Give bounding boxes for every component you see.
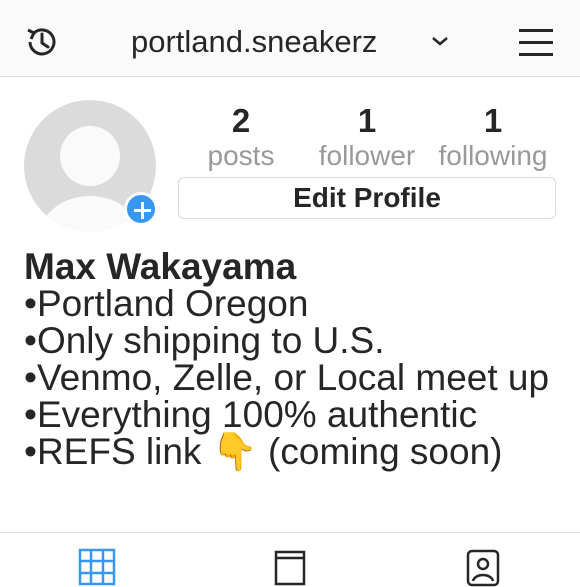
following-label: following bbox=[438, 140, 548, 171]
profile-username[interactable]: portland.sneakerz bbox=[131, 24, 377, 60]
following-count: 1 bbox=[483, 102, 503, 139]
hamburger-menu-icon[interactable] bbox=[519, 27, 553, 57]
followers-count: 1 bbox=[357, 102, 377, 139]
followers-stat[interactable]: 1 follower bbox=[302, 103, 432, 173]
tagged-icon[interactable] bbox=[463, 547, 503, 587]
bio-line: •Everything 100% authentic bbox=[24, 394, 478, 435]
following-stat[interactable]: 1 following bbox=[428, 103, 558, 173]
feed-icon[interactable] bbox=[270, 547, 310, 587]
posts-label: posts bbox=[207, 140, 275, 171]
posts-stat[interactable]: 2 posts bbox=[176, 103, 306, 173]
bio-line: •Only shipping to U.S. bbox=[24, 320, 385, 361]
grid-icon[interactable] bbox=[77, 547, 117, 587]
add-story-button[interactable] bbox=[124, 192, 158, 226]
chevron-down-icon[interactable] bbox=[430, 34, 450, 48]
display-name: Max Wakayama bbox=[24, 246, 297, 287]
profile-bio: Max Wakayama •Portland Oregon •Only ship… bbox=[24, 248, 564, 470]
bio-line: •REFS link 👇 (coming soon) bbox=[24, 431, 503, 472]
edit-profile-button[interactable]: Edit Profile bbox=[178, 177, 556, 219]
posts-count: 2 bbox=[231, 102, 251, 139]
top-bar: portland.sneakerz bbox=[0, 0, 580, 77]
history-clock-icon[interactable] bbox=[22, 22, 62, 62]
bio-line: •Venmo, Zelle, or Local meet up bbox=[24, 357, 550, 398]
default-avatar-head bbox=[60, 126, 120, 186]
profile-tab-bar bbox=[0, 532, 580, 587]
bio-line: •Portland Oregon bbox=[24, 283, 309, 324]
followers-label: follower bbox=[318, 140, 416, 171]
